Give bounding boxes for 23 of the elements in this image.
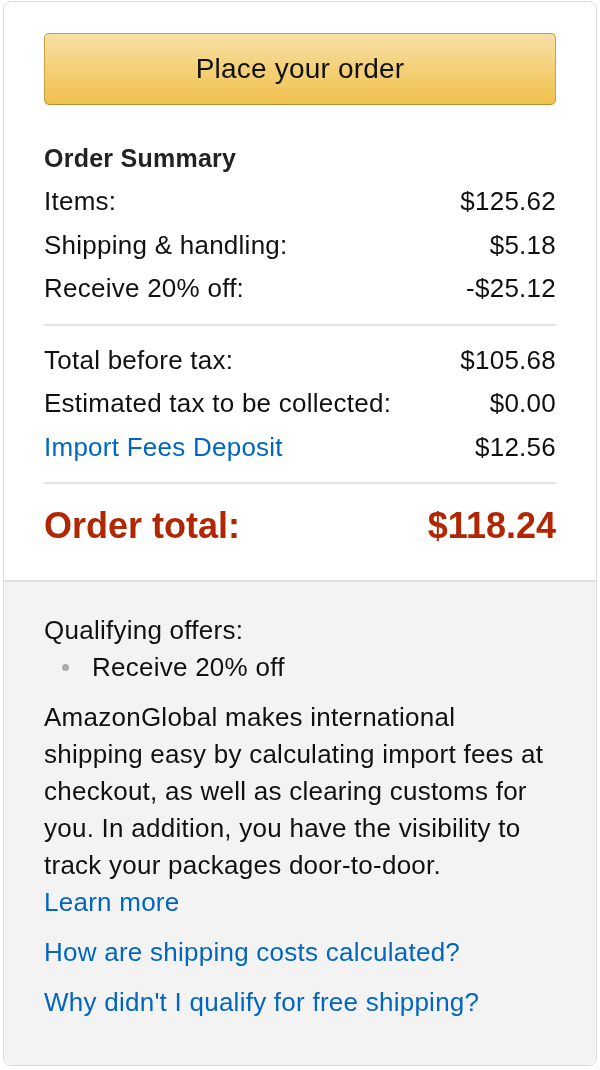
summary-amount: $12.56 xyxy=(474,431,556,463)
summary-link[interactable]: Import Fees Deposit xyxy=(44,431,283,463)
place-order-button[interactable]: Place your order xyxy=(44,33,556,105)
summary-label: Total before tax: xyxy=(44,344,234,376)
summary-amount: -$25.12 xyxy=(466,273,556,305)
summary-amount: $5.18 xyxy=(489,229,556,261)
bullet-icon xyxy=(62,664,69,671)
learn-more-link[interactable]: Learn more xyxy=(44,887,180,917)
summary-label: Receive 20% off: xyxy=(44,273,245,305)
order-total-label: Order total: xyxy=(44,505,240,547)
help-link[interactable]: Why didn't I qualify for free shipping? xyxy=(44,984,480,1021)
summary-amount: $125.62 xyxy=(460,186,556,218)
summary-amount: $105.68 xyxy=(460,344,556,376)
summary-label: Estimated tax to be collected: xyxy=(44,388,392,420)
global-shipping-text: AmazonGlobal makes international shipping easy by calculating import fees at checkout, as well as clearing customs for you. In addition, you have the visibility to track your packages door-to-door. Learn more xyxy=(44,701,545,919)
summary-amount: $0.00 xyxy=(489,388,556,420)
help-link[interactable]: How are shipping costs calculated? xyxy=(44,934,461,971)
summary-label: Shipping & handling: xyxy=(44,229,288,261)
order-total-amount: $118.24 xyxy=(427,505,556,547)
summary-label: Items: xyxy=(44,186,117,218)
order-summary-title: Order Summary xyxy=(44,143,238,174)
qualifying-offers-title: Qualifying offers: xyxy=(44,614,245,647)
offer-item: Receive 20% off xyxy=(92,651,285,684)
